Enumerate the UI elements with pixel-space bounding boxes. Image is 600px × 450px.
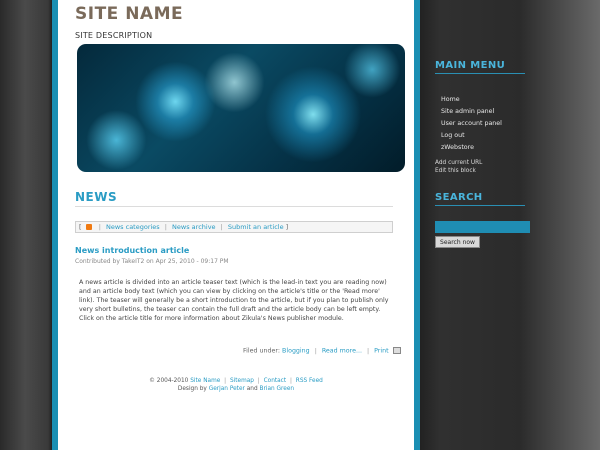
- designer-link[interactable]: Brian Green: [260, 386, 295, 392]
- footer-separator: |: [290, 378, 292, 384]
- nav-separator: |: [98, 223, 101, 231]
- news-divider: [75, 206, 393, 207]
- footer-separator: |: [224, 378, 227, 384]
- main-menu-divider: [435, 73, 525, 74]
- menu-item-site-admin[interactable]: Site admin panel: [441, 106, 502, 118]
- search-input[interactable]: [435, 221, 530, 233]
- edit-block-link[interactable]: Edit this block: [435, 167, 482, 175]
- read-more-link[interactable]: Read more...: [322, 348, 362, 355]
- and-text: and: [246, 386, 258, 392]
- page-footer: © 2004-2010 Site Name | Sitemap | Contac…: [60, 377, 412, 393]
- menu-block-links: Add current URL Edit this block: [435, 159, 482, 175]
- article-footer: Filed under: Blogging | Read more... | P…: [243, 347, 401, 355]
- article-title-link[interactable]: News introduction article: [75, 246, 189, 255]
- site-name[interactable]: SITE NAME: [75, 4, 183, 24]
- footer-separator: |: [314, 347, 317, 355]
- nav-open-bracket: [: [79, 223, 82, 231]
- category-link[interactable]: Blogging: [282, 348, 310, 355]
- site-name-link[interactable]: Site Name: [190, 378, 220, 384]
- footer-links-line: © 2004-2010 Site Name | Sitemap | Contac…: [60, 377, 412, 385]
- menu-item-zwebstore[interactable]: zWebstore: [441, 142, 502, 154]
- submit-article-link[interactable]: Submit an article: [228, 223, 284, 231]
- header-banner-image: [77, 44, 405, 172]
- menu-item-user-account[interactable]: User account panel: [441, 118, 502, 130]
- news-nav-bar: [ | News categories | News archive | Sub…: [75, 221, 393, 233]
- main-menu-heading: MAIN MENU: [435, 60, 506, 71]
- nav-separator: |: [220, 223, 223, 231]
- search-button[interactable]: Search now: [435, 236, 480, 248]
- printer-icon[interactable]: [392, 347, 401, 354]
- rss-feed-link[interactable]: RSS Feed: [296, 378, 323, 384]
- search-heading: SEARCH: [435, 192, 483, 203]
- news-archive-link[interactable]: News archive: [172, 223, 216, 231]
- sitemap-link[interactable]: Sitemap: [230, 378, 254, 384]
- search-divider: [435, 205, 525, 206]
- designer-link[interactable]: Gerjan Peter: [209, 386, 245, 392]
- main-menu-list: Home Site admin panel User account panel…: [441, 94, 502, 154]
- filed-under-label: Filed under:: [243, 347, 280, 355]
- add-current-url-link[interactable]: Add current URL: [435, 159, 482, 167]
- news-heading: NEWS: [75, 190, 118, 204]
- article-meta: Contributed by TakeIT2 on Apr 25, 2010 -…: [75, 258, 229, 265]
- nav-separator: |: [164, 223, 167, 231]
- site-description: SITE DESCRIPTION: [75, 31, 153, 40]
- footer-separator: |: [366, 347, 370, 355]
- rss-icon[interactable]: [85, 224, 92, 230]
- copyright-text: © 2004-2010: [149, 378, 189, 384]
- nav-close-bracket: ]: [285, 223, 289, 231]
- footer-separator: |: [257, 378, 260, 384]
- contact-link[interactable]: Contact: [264, 378, 287, 384]
- print-link[interactable]: Print: [374, 348, 389, 355]
- menu-item-log-out[interactable]: Log out: [441, 130, 502, 142]
- article-teaser-text: A news article is divided into an articl…: [79, 279, 389, 322]
- news-categories-link[interactable]: News categories: [106, 223, 160, 231]
- menu-item-home[interactable]: Home: [441, 94, 502, 106]
- design-by-text: Design by: [177, 386, 207, 392]
- footer-credits-line: Design by Gerjan Peter and Brian Green: [60, 385, 412, 393]
